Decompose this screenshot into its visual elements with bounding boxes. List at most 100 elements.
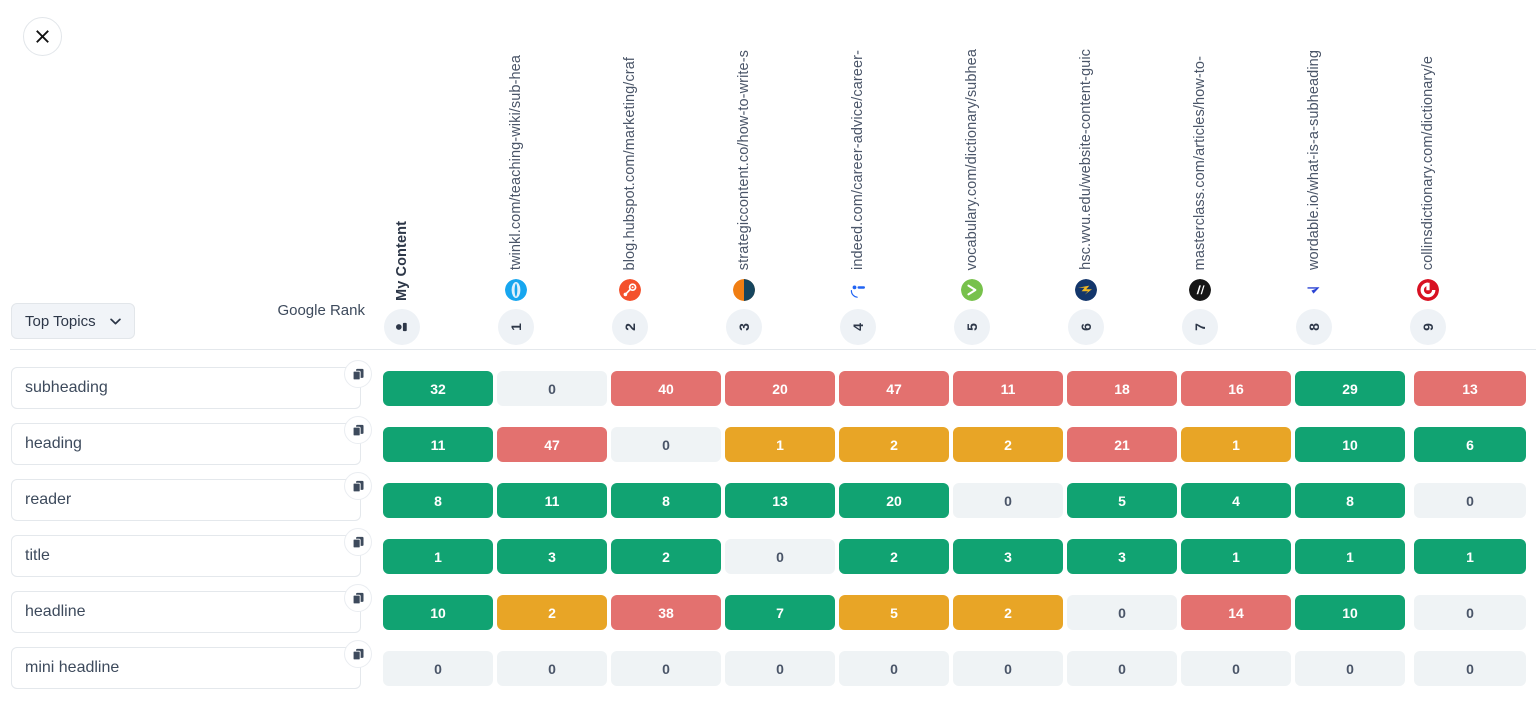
- keyword-count-cell[interactable]: 5: [839, 595, 949, 630]
- keyword-count-cell[interactable]: 6: [1414, 427, 1526, 462]
- keyword-count-cell[interactable]: 1: [1181, 427, 1291, 462]
- keyword-count-cell[interactable]: 0: [497, 651, 607, 686]
- column-header-competitor[interactable]: masterclass.com/articles/how-to- 7: [1143, 56, 1257, 345]
- keyword-count-cell[interactable]: 29: [1295, 371, 1405, 406]
- keyword-count-cell[interactable]: 11: [953, 371, 1063, 406]
- keyword-count-cell[interactable]: 0: [725, 539, 835, 574]
- keyword-count-cell[interactable]: 20: [725, 371, 835, 406]
- keyword-count-cell[interactable]: 20: [839, 483, 949, 518]
- keyword-count-cell[interactable]: 10: [1295, 595, 1405, 630]
- keyword-count-cell[interactable]: 4: [1181, 483, 1291, 518]
- cell-value: 38: [658, 604, 674, 621]
- keyword-count-cell[interactable]: 0: [1295, 651, 1405, 686]
- keyword-count-cell[interactable]: 40: [611, 371, 721, 406]
- copy-button[interactable]: [344, 528, 372, 556]
- keyword-count-cell[interactable]: 1: [383, 539, 493, 574]
- keyword-count-cell[interactable]: 2: [839, 427, 949, 462]
- column-header-competitor[interactable]: blog.hubspot.com/marketing/craf 2: [573, 57, 687, 345]
- cell-value: 3: [1118, 548, 1126, 565]
- copy-button[interactable]: [344, 360, 372, 388]
- keyword-field[interactable]: reader: [11, 479, 361, 521]
- cell-value: 0: [548, 380, 556, 397]
- copy-button[interactable]: [344, 472, 372, 500]
- keyword-count-cell[interactable]: 0: [725, 651, 835, 686]
- keyword-count-cell[interactable]: 16: [1181, 371, 1291, 406]
- keyword-field[interactable]: mini headline: [11, 647, 361, 689]
- keyword-count-cell[interactable]: 8: [611, 483, 721, 518]
- column-header-competitor[interactable]: collinsdictionary.com/dictionary/e 9: [1371, 56, 1485, 345]
- keyword-count-cell[interactable]: 0: [953, 483, 1063, 518]
- keyword-count-cell[interactable]: 0: [953, 651, 1063, 686]
- keyword-count-cell[interactable]: 0: [1067, 651, 1177, 686]
- keyword-count-cell[interactable]: 2: [953, 595, 1063, 630]
- keyword-count-cell[interactable]: 47: [839, 371, 949, 406]
- cell-value: 8: [1346, 492, 1354, 509]
- rank-number: 1: [507, 323, 524, 331]
- top-topics-dropdown[interactable]: Top Topics: [11, 303, 135, 339]
- cell-value: 5: [1118, 492, 1126, 509]
- keyword-count-cell[interactable]: 0: [383, 651, 493, 686]
- table-row: mini headline 0 0 0 0 0 0 0 0 0 0: [0, 640, 1536, 696]
- keyword-count-cell[interactable]: 2: [611, 539, 721, 574]
- my-content-rank-icon: [384, 309, 420, 345]
- keyword-count-cell[interactable]: 0: [1414, 595, 1526, 630]
- keyword-field[interactable]: subheading: [11, 367, 361, 409]
- top-topics-label: Top Topics: [25, 312, 96, 330]
- keyword-count-cell[interactable]: 0: [1181, 651, 1291, 686]
- keyword-count-cell[interactable]: 2: [839, 539, 949, 574]
- keyword-field[interactable]: title: [11, 535, 361, 577]
- keyword-count-cell[interactable]: 8: [1295, 483, 1405, 518]
- keyword-count-cell[interactable]: 2: [497, 595, 607, 630]
- cell-value: 6: [1466, 436, 1474, 453]
- keyword-count-cell[interactable]: 47: [497, 427, 607, 462]
- keyword-count-cell[interactable]: 0: [611, 427, 721, 462]
- keyword-count-cell[interactable]: 0: [1414, 651, 1526, 686]
- keyword-count-cell[interactable]: 0: [497, 371, 607, 406]
- keyword-count-cell[interactable]: 1: [1414, 539, 1526, 574]
- copy-button[interactable]: [344, 640, 372, 668]
- keyword-count-cell[interactable]: 21: [1067, 427, 1177, 462]
- cell-value: 0: [1466, 492, 1474, 509]
- keyword-count-cell[interactable]: 2: [953, 427, 1063, 462]
- keyword-count-cell[interactable]: 0: [1067, 595, 1177, 630]
- keyword-field[interactable]: heading: [11, 423, 361, 465]
- keyword-count-cell[interactable]: 7: [725, 595, 835, 630]
- keyword-count-cell[interactable]: 0: [611, 651, 721, 686]
- column-url-label: My Content: [393, 221, 410, 301]
- keyword-count-cell[interactable]: 0: [1414, 483, 1526, 518]
- column-header-competitor[interactable]: vocabulary.com/dictionary/subhea 5: [915, 49, 1029, 345]
- keyword-count-cell[interactable]: 38: [611, 595, 721, 630]
- keyword-count-cell[interactable]: 32: [383, 371, 493, 406]
- column-header-my-content[interactable]: My Content: [345, 221, 459, 345]
- keyword-count-cell[interactable]: 10: [383, 595, 493, 630]
- keyword-count-cell[interactable]: 1: [1181, 539, 1291, 574]
- keyword-count-cell[interactable]: 10: [1295, 427, 1405, 462]
- keyword-count-cell[interactable]: 11: [497, 483, 607, 518]
- table-row: headline 10 2 38 7 5 2 0 14 10 0: [0, 584, 1536, 640]
- keyword-count-cell[interactable]: 13: [725, 483, 835, 518]
- keyword-count-cell[interactable]: 0: [839, 651, 949, 686]
- column-header-competitor[interactable]: indeed.com/career-advice/career- 4: [801, 50, 915, 345]
- keyword-count-cell[interactable]: 1: [1295, 539, 1405, 574]
- keyword-count-cell[interactable]: 3: [953, 539, 1063, 574]
- keyword-count-cell[interactable]: 14: [1181, 595, 1291, 630]
- copy-button[interactable]: [344, 584, 372, 612]
- rank-number: 8: [1305, 323, 1322, 331]
- column-header-competitor[interactable]: twinkl.com/teaching-wiki/sub-hea 1: [459, 55, 573, 345]
- rank-number: 7: [1191, 323, 1208, 331]
- cell-value: 2: [1004, 604, 1012, 621]
- column-header-competitor[interactable]: wordable.io/what-is-a-subheading 8: [1257, 50, 1371, 345]
- column-header-competitor[interactable]: hsc.wvu.edu/website-content-guic 6: [1029, 49, 1143, 345]
- keyword-count-cell[interactable]: 8: [383, 483, 493, 518]
- masterclass-favicon: [1189, 279, 1211, 301]
- column-header-competitor[interactable]: strategiccontent.co/how-to-write-s 3: [687, 50, 801, 345]
- keyword-count-cell[interactable]: 18: [1067, 371, 1177, 406]
- keyword-count-cell[interactable]: 5: [1067, 483, 1177, 518]
- keyword-count-cell[interactable]: 11: [383, 427, 493, 462]
- keyword-count-cell[interactable]: 1: [725, 427, 835, 462]
- copy-button[interactable]: [344, 416, 372, 444]
- keyword-count-cell[interactable]: 3: [497, 539, 607, 574]
- keyword-count-cell[interactable]: 3: [1067, 539, 1177, 574]
- keyword-count-cell[interactable]: 13: [1414, 371, 1526, 406]
- keyword-field[interactable]: headline: [11, 591, 361, 633]
